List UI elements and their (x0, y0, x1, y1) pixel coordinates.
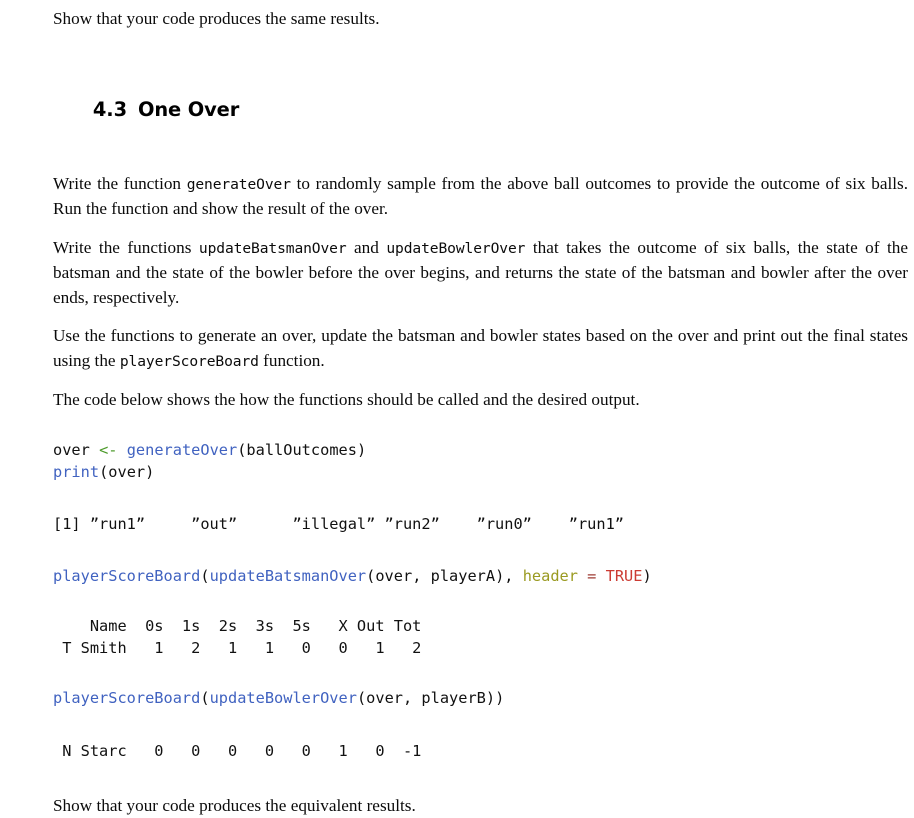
output-bowler-row: N Starc 0 0 0 0 0 1 0 -1 (53, 741, 908, 763)
code-const-true: TRUE (606, 567, 643, 585)
code-fn-player-scoreboard-2: playerScoreBoard (53, 689, 200, 707)
output-batsman-table-header: Name 0s 1s 2s 3s 5s X Out Tot (53, 617, 421, 635)
page-content: Show that your code produces the same re… (53, 0, 908, 818)
inline-code-player-scoreboard: playerScoreBoard (120, 353, 259, 370)
code-fn-update-batsman-over: updateBatsmanOver (210, 567, 367, 585)
code-block-bowler-scoreboard: playerScoreBoard(updateBowlerOver(over, … (53, 687, 908, 709)
code-fn-print: print (53, 463, 99, 481)
code-fn-player-scoreboard-1: playerScoreBoard (53, 567, 200, 585)
output-over-vector: [1] ”run1” ”out” ”illegal” ”run2” ”run0”… (53, 514, 908, 536)
section-heading: 4.3 One Over (53, 74, 908, 146)
code-equals-1: = (578, 567, 606, 585)
code-var-over: over (53, 441, 99, 459)
code-paren-open-2: ( (200, 689, 209, 707)
code-fn-generate-over: generateOver (117, 441, 237, 459)
inline-code-update-bowler-over: updateBowlerOver (386, 240, 525, 257)
section-number: 4.3 (93, 98, 127, 121)
code-args-print: (over) (99, 463, 154, 481)
code-arg-header: header (523, 567, 578, 585)
code-assign-arrow: <- (99, 441, 117, 459)
p3-text-b: function. (259, 351, 325, 370)
code-block-batsman-scoreboard: playerScoreBoard(updateBatsmanOver(over,… (53, 565, 908, 587)
paragraph-equivalent-results: Show that your code produces the equival… (53, 794, 908, 818)
p2-text-b: and (347, 238, 387, 257)
output-batsman-table: Name 0s 1s 2s 3s 5s X Out Tot T Smith 1 … (53, 616, 908, 659)
code-block-generate-over: over <- generateOver(ballOutcomes) print… (53, 439, 908, 484)
p1-text-a: Write the function (53, 174, 187, 193)
code-fn-update-bowler-over: updateBowlerOver (210, 689, 357, 707)
paragraph-generate-over: Write the function generateOver to rando… (53, 172, 908, 222)
paragraph-code-below: The code below shows the how the functio… (53, 388, 908, 413)
code-args-batsman: (over, playerA), (366, 567, 523, 585)
paragraph-update-functions: Write the functions updateBatsmanOver an… (53, 236, 908, 311)
document-page: Show that your code produces the same re… (0, 0, 914, 787)
paragraph-scoreboard: Use the functions to generate an over, u… (53, 324, 908, 374)
code-paren-close-1: ) (642, 567, 651, 585)
section-title: One Over (138, 98, 239, 121)
inline-code-update-batsman-over: updateBatsmanOver (199, 240, 347, 257)
code-args-ball-outcomes: (ballOutcomes) (237, 441, 366, 459)
code-paren-open-1: ( (200, 567, 209, 585)
output-batsman-table-row: T Smith 1 2 1 1 0 0 1 2 (53, 639, 421, 657)
p2-text-a: Write the functions (53, 238, 199, 257)
intro-paragraph: Show that your code produces the same re… (53, 7, 908, 32)
inline-code-generate-over: generateOver (187, 176, 291, 193)
code-args-bowler: (over, playerB)) (357, 689, 504, 707)
